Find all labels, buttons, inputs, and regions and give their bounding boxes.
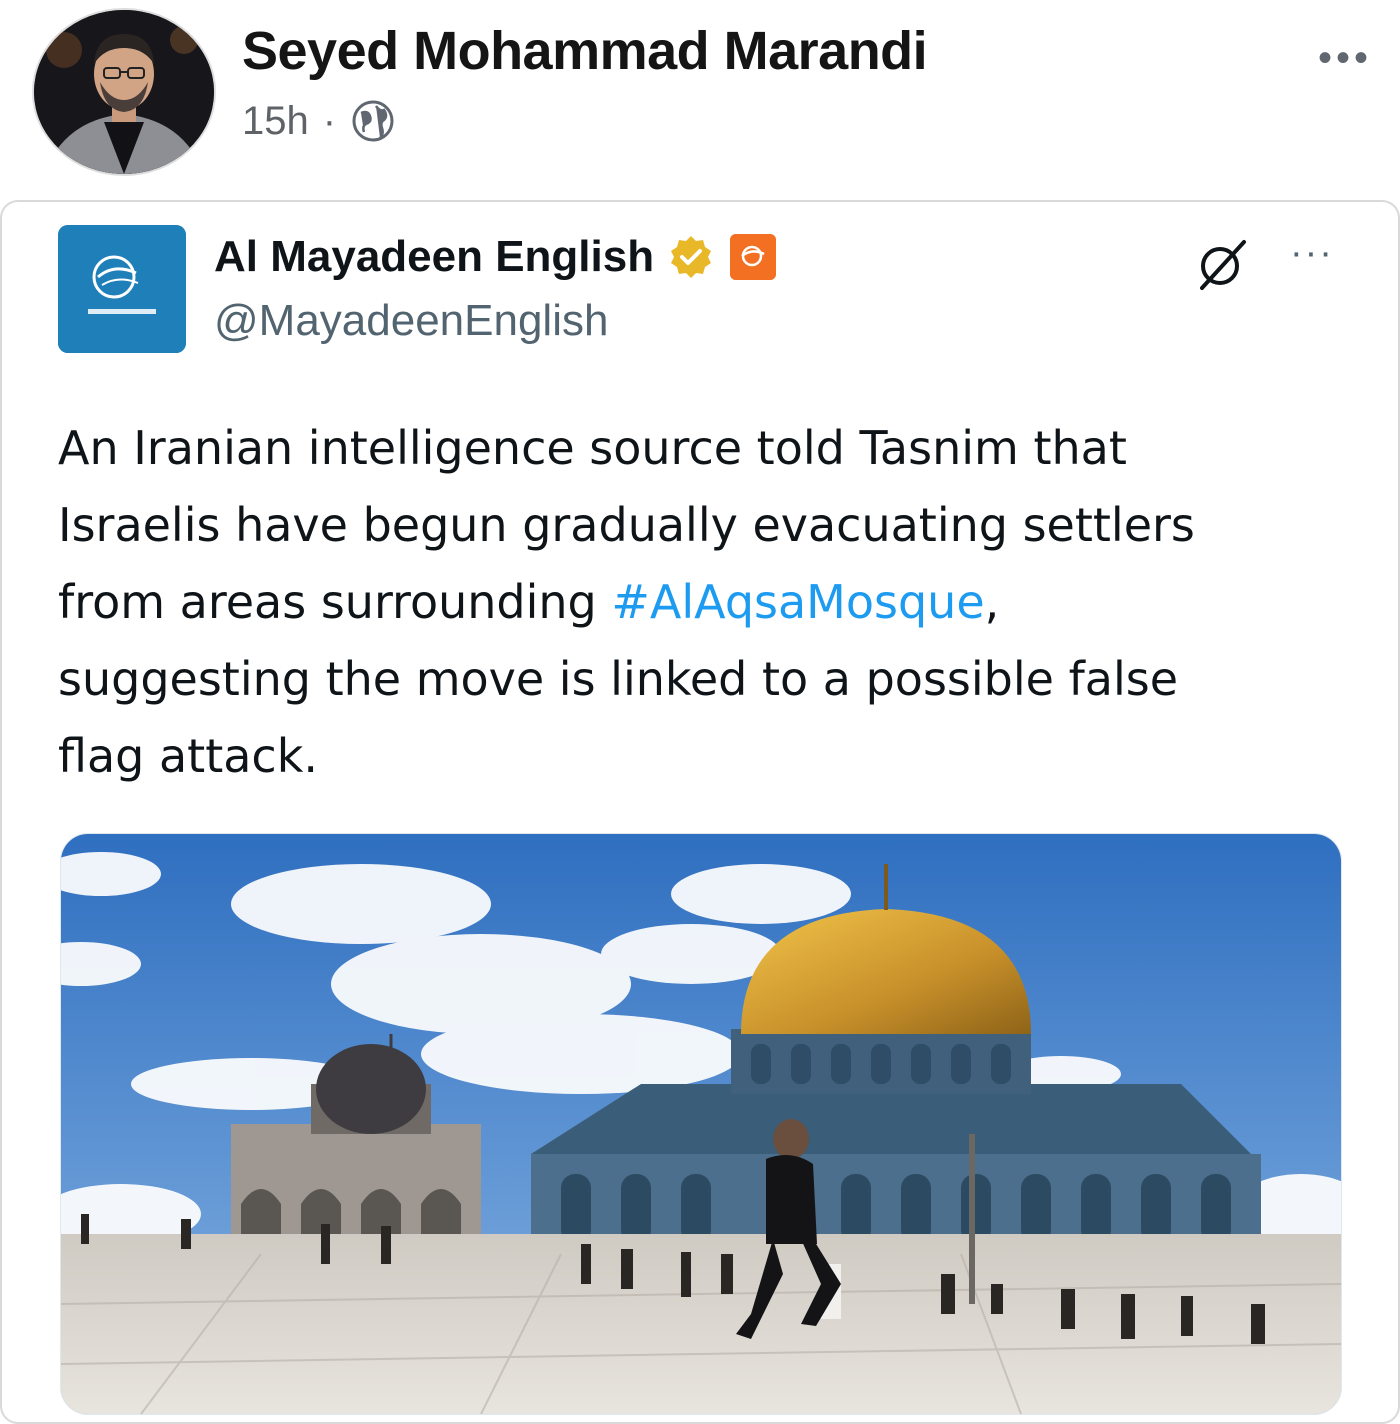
tweet-text-line: Israelis have begun gradually evacuating…: [58, 498, 1195, 552]
post-header: Seyed Mohammad Marandi 15h · •••: [0, 0, 1400, 185]
hashtag-link[interactable]: #AlAqsaMosque: [611, 575, 984, 629]
tweet-photo[interactable]: [60, 833, 1342, 1415]
post-time[interactable]: 15h: [242, 99, 309, 144]
al-mayadeen-logo[interactable]: [58, 225, 186, 353]
tweet-display-name[interactable]: Al Mayadeen English: [214, 232, 654, 282]
dome-of-the-rock-photo: [61, 834, 1341, 1414]
tweet-text-fragment: ,: [984, 575, 1000, 629]
tweet-text: An Iranian intelligence source told Tasn…: [58, 410, 1348, 795]
al-mayadeen-affiliate-icon[interactable]: [730, 234, 777, 280]
tweet-text-fragment: from areas surrounding: [58, 575, 612, 629]
tweet-options-button[interactable]: ···: [1290, 232, 1334, 275]
tweet-author-row: Al Mayadeen English: [214, 232, 777, 282]
tweet-text-line: suggesting the move is linked to a possi…: [58, 652, 1178, 706]
grok-icon[interactable]: [1194, 236, 1250, 292]
author-name[interactable]: Seyed Mohammad Marandi: [242, 20, 928, 82]
tweet-handle[interactable]: @MayadeenEnglish: [214, 296, 608, 346]
tweet-text-line: An Iranian intelligence source told Tasn…: [58, 421, 1127, 475]
verified-badge-icon: [671, 236, 712, 278]
tweet-text-line: flag attack.: [58, 729, 318, 783]
post-options-button[interactable]: •••: [1318, 36, 1372, 81]
tweet-text-line: from areas surrounding #AlAqsaMosque,: [58, 564, 1348, 641]
author-avatar[interactable]: [32, 8, 216, 176]
meta-separator: ·: [322, 98, 337, 143]
globe-icon: [352, 100, 394, 142]
post-meta: 15h ·: [242, 98, 396, 144]
